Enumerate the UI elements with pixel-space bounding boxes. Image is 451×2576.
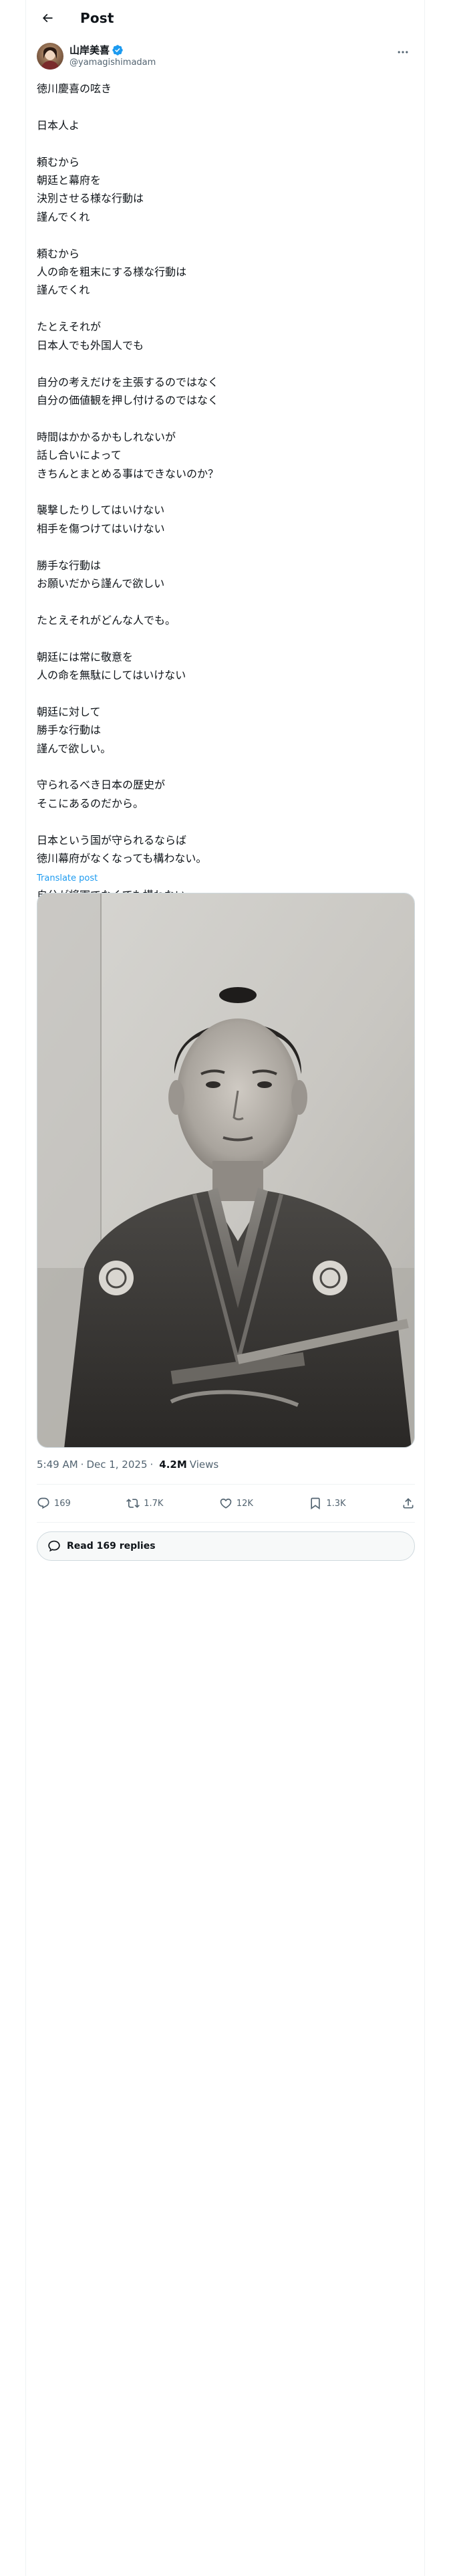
post-date[interactable]: Dec 1, 2025 [86,1459,147,1471]
like-count: 12K [236,1498,253,1509]
more-dots-icon [398,51,408,53]
repost-icon [126,1499,140,1508]
meta-separator: · [80,1459,84,1471]
bookmark-icon [311,1497,321,1510]
bookmark-count: 1.3K [326,1498,346,1509]
reply-button[interactable]: 169 [37,1497,71,1510]
views-label: Views [189,1459,219,1471]
top-bar: Post [26,0,424,35]
more-options-button[interactable] [394,44,412,60]
post-metadata: 5:49 AM · Dec 1, 2025 · 4.2M Views [37,1459,218,1471]
arrow-left-icon [42,13,53,22]
author-handle[interactable]: @yamagishimadam [69,57,156,69]
repost-button[interactable]: 1.7K [126,1497,163,1510]
page-title: Post [80,9,114,26]
action-bar: 169 1.7K 12K 1.3K [37,1485,415,1522]
author-name: 山岸美喜 [69,44,110,56]
divider-2 [37,1522,415,1523]
reply-count: 169 [54,1498,71,1509]
meta-separator-2: · [150,1459,154,1471]
author-name-row[interactable]: 山岸美喜 [69,43,156,57]
post-photo[interactable] [37,893,415,1448]
verified-badge-icon [112,45,123,56]
like-button[interactable]: 12K [219,1497,253,1510]
timeline-column: Post 山岸美喜 @yamagishimadam 徳川慶喜の呟き 日本人よ 頼… [25,0,425,2576]
share-button[interactable] [402,1497,415,1510]
share-icon [403,1498,414,1509]
author-text: 山岸美喜 @yamagishimadam [69,43,156,69]
bookmark-button[interactable]: 1.3K [309,1497,346,1510]
avatar[interactable] [37,43,63,70]
read-replies-button[interactable]: Read 169 replies [37,1531,415,1561]
repost-count: 1.7K [144,1498,164,1509]
post-text: 徳川慶喜の呟き 日本人よ 頼むから 朝廷と幕府を 決別させる様な行動は 謹んでく… [37,82,219,938]
heart-icon [220,1498,232,1509]
post-time[interactable]: 5:49 AM [37,1459,78,1471]
read-replies-label: Read 169 replies [67,1541,156,1551]
views-count: 4.2M [159,1459,187,1471]
chat-bubble-icon [48,1540,60,1552]
back-button[interactable] [36,7,59,29]
post-author: 山岸美喜 @yamagishimadam [37,41,415,71]
translate-post-link[interactable]: Translate post [37,873,98,883]
reply-icon [37,1497,49,1509]
